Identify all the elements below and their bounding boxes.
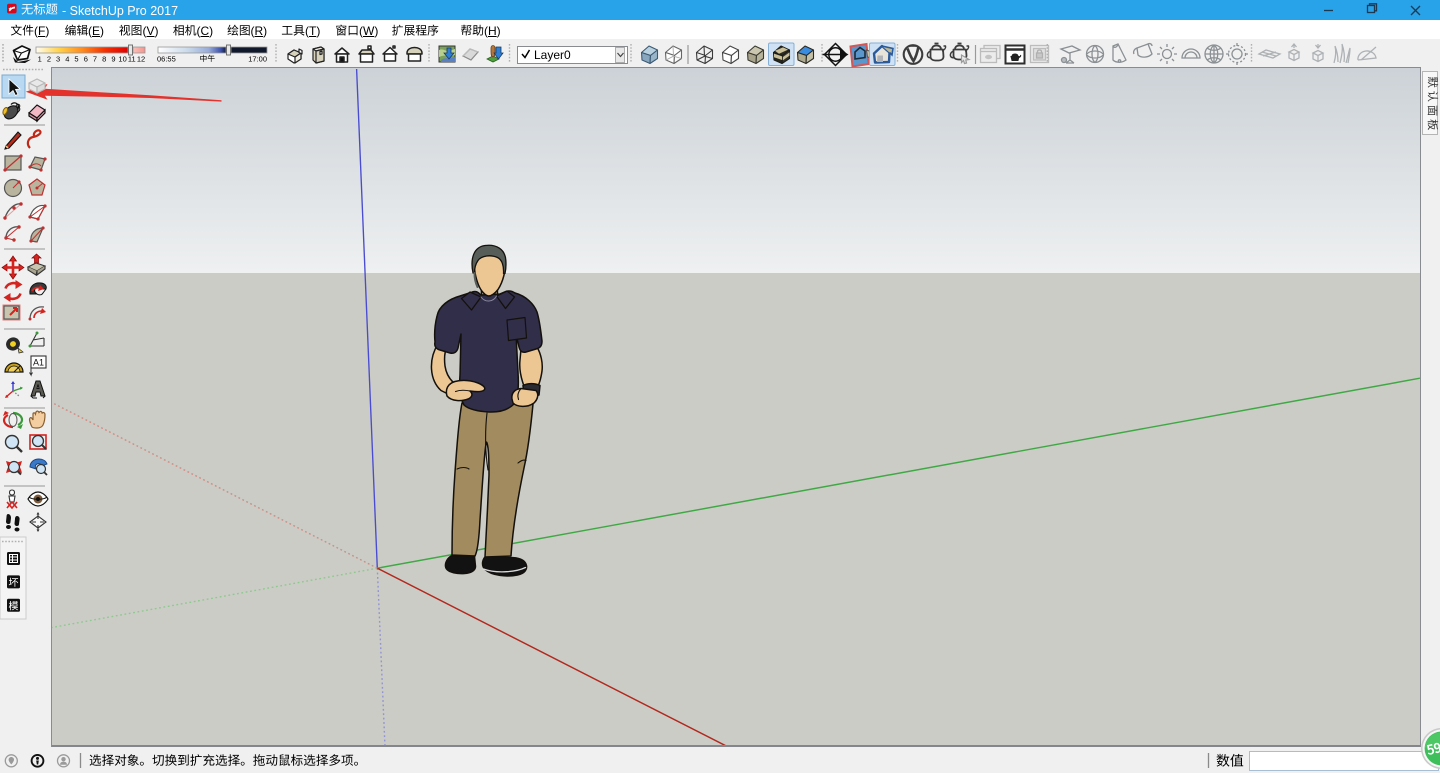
svg-text:3: 3: [56, 55, 60, 64]
svg-text:1: 1: [38, 55, 42, 64]
svg-text:9: 9: [111, 55, 115, 64]
svg-text:4: 4: [65, 55, 69, 64]
svg-text:11: 11: [128, 55, 136, 64]
svg-text:10: 10: [118, 55, 126, 64]
svg-text:7: 7: [93, 55, 97, 64]
svg-text:8: 8: [102, 55, 106, 64]
svg-text:12: 12: [137, 55, 145, 64]
svg-text:06:55: 06:55: [157, 55, 176, 64]
svg-text:17:00: 17:00: [248, 55, 267, 64]
svg-text:A1: A1: [33, 358, 44, 368]
svg-text:6: 6: [84, 55, 88, 64]
svg-text:2: 2: [47, 55, 51, 64]
svg-text:5: 5: [74, 55, 78, 64]
